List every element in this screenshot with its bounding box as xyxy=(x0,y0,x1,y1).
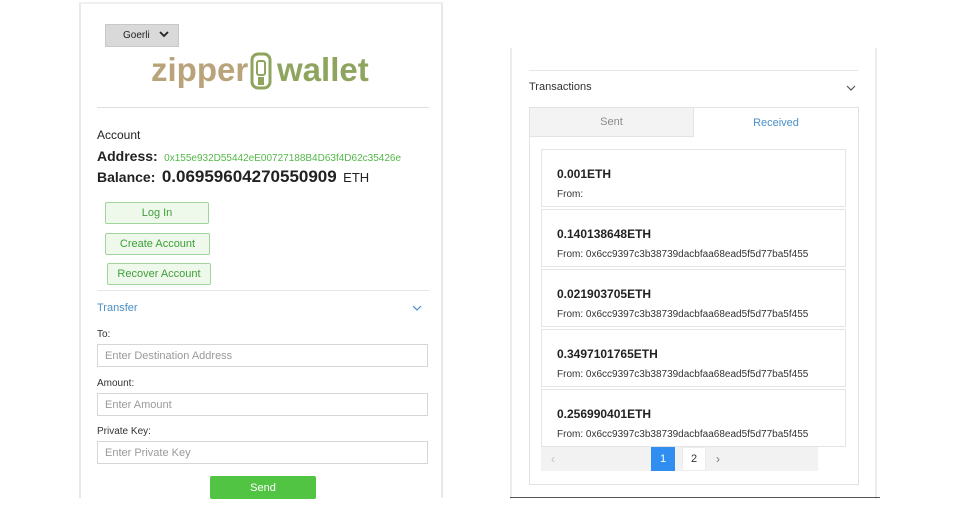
tab-received[interactable]: Received xyxy=(694,108,858,137)
destination-address-input[interactable] xyxy=(97,344,428,367)
tab-sent[interactable]: Sent xyxy=(530,108,694,137)
amount-input[interactable] xyxy=(97,393,428,416)
transaction-item: 0.021903705ETH From: 0x6cc9397c3b38739da… xyxy=(541,269,846,327)
balance-unit: ETH xyxy=(343,170,370,185)
transaction-item: 0.256990401ETH From: 0x6cc9397c3b38739da… xyxy=(541,389,846,447)
zipper-icon xyxy=(250,52,272,90)
login-button[interactable]: Log In xyxy=(105,202,209,224)
transaction-amount: 0.021903705ETH xyxy=(557,287,652,301)
recover-account-button[interactable]: Recover Account xyxy=(107,263,211,285)
chevron-down-icon xyxy=(159,31,169,38)
balance-row: Balance: 0.06959604270550909 ETH xyxy=(97,167,369,187)
transaction-from: From: 0x6cc9397c3b38739dacbfaa68ead5f5d7… xyxy=(557,249,809,260)
transactions-header[interactable]: Transactions xyxy=(529,81,592,93)
transactions-panel: Transactions Sent Received 0.001ETH From… xyxy=(510,48,880,499)
wallet-panel: Goerli zipper wallet Account Address: 0x… xyxy=(79,2,443,499)
divider xyxy=(97,107,429,108)
logo-text-left: zipper xyxy=(151,51,248,88)
transaction-item: 0.3497101765ETH From: 0x6cc9397c3b38739d… xyxy=(541,329,846,387)
pagination-prev-icon[interactable]: ‹ xyxy=(541,447,565,471)
transfer-header[interactable]: Transfer xyxy=(97,302,138,314)
transaction-amount: 0.3497101765ETH xyxy=(557,347,658,361)
send-button[interactable]: Send xyxy=(210,476,316,499)
transaction-from: From: 0x6cc9397c3b38739dacbfaa68ead5f5d7… xyxy=(557,369,809,380)
pagination-page-2[interactable]: 2 xyxy=(682,447,706,471)
address-row: Address: 0x155e932D55442eE00727188B4D63f… xyxy=(97,148,401,166)
divider xyxy=(529,70,858,71)
transaction-item: 0.140138648ETH From: 0x6cc9397c3b38739da… xyxy=(541,209,846,267)
panel-border xyxy=(510,48,512,499)
transactions-card: Sent Received 0.001ETH From: 0.140138648… xyxy=(529,107,859,485)
transaction-from: From: 0x6cc9397c3b38739dacbfaa68ead5f5d7… xyxy=(557,429,809,440)
to-label: To: xyxy=(97,329,111,340)
balance-value: 0.06959604270550909 xyxy=(161,167,337,186)
transaction-amount: 0.140138648ETH xyxy=(557,227,652,241)
balance-label: Balance: xyxy=(97,169,156,185)
chevron-down-icon[interactable] xyxy=(412,303,422,313)
pagination: ‹ 1 2 › xyxy=(541,447,818,471)
logo-text-right: wallet xyxy=(276,51,369,88)
transaction-amount: 0.001ETH xyxy=(557,167,612,181)
divider xyxy=(97,290,429,291)
transaction-from: From: 0x6cc9397c3b38739dacbfaa68ead5f5d7… xyxy=(557,309,809,320)
create-account-button[interactable]: Create Account xyxy=(105,233,210,255)
zipper-wallet-logo: zipper wallet xyxy=(151,51,369,90)
private-key-input[interactable] xyxy=(97,441,428,464)
panel-border xyxy=(875,48,877,499)
account-heading: Account xyxy=(97,128,141,142)
private-key-label: Private Key: xyxy=(97,426,151,437)
transaction-amount: 0.256990401ETH xyxy=(557,407,652,421)
transaction-item: 0.001ETH From: xyxy=(541,149,846,207)
pagination-page-1[interactable]: 1 xyxy=(651,447,675,471)
address-label: Address: xyxy=(97,148,158,164)
chevron-down-icon[interactable] xyxy=(846,83,856,93)
panel-bottom-border xyxy=(510,497,880,498)
pagination-next-icon[interactable]: › xyxy=(706,447,730,471)
transaction-from: From: xyxy=(557,189,584,200)
address-value: 0x155e932D55442eE00727188B4D63f4D62c3542… xyxy=(164,153,402,164)
amount-label: Amount: xyxy=(97,378,135,389)
network-select[interactable]: Goerli xyxy=(105,24,179,47)
network-select-value: Goerli xyxy=(123,30,150,41)
